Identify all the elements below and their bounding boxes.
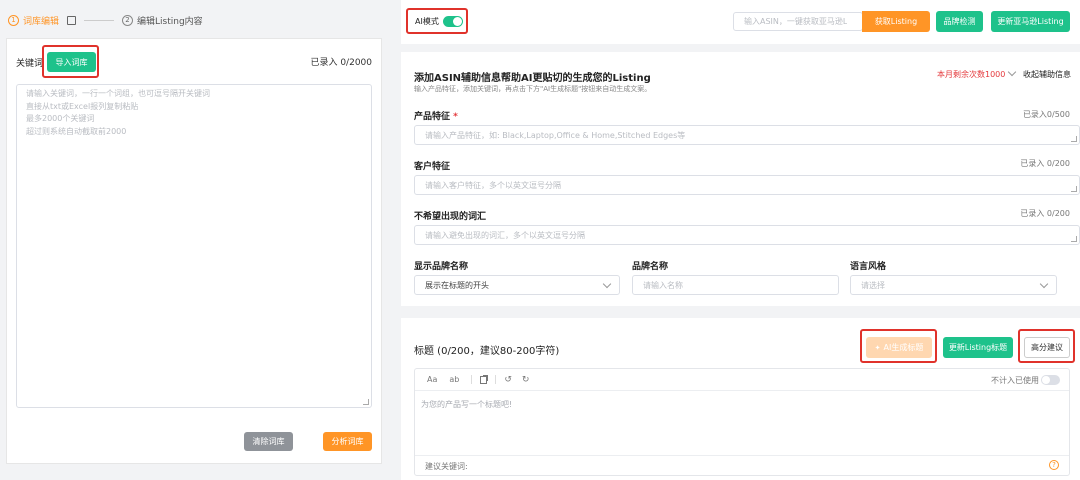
step-indicator: 1 词库编辑 2 编辑Listing内容 [8, 13, 203, 27]
import-keywords-button[interactable]: 导入词库 [47, 52, 96, 72]
title-editor-placeholder[interactable]: 为您的产品写一个标题吧! [421, 399, 512, 410]
ai-mode-label: AI模式 [415, 16, 439, 26]
show-brand-label: 显示品牌名称 [414, 262, 469, 272]
collapse-assist-link[interactable]: 收起辅助信息 [1023, 69, 1071, 80]
language-style-placeholder: 请选择 [861, 280, 885, 290]
title-editor: Aa ab ↺ ↻ 不计入已使用 为您的产品写一个标题吧! 建议关键词: ? [414, 368, 1070, 476]
sparkle-icon: ✦ [874, 343, 881, 352]
required-mark: * [453, 112, 458, 122]
exclude-used-switch[interactable] [1041, 375, 1060, 385]
update-listing-title-button[interactable]: 更新Listing标题 [943, 337, 1013, 358]
analyze-keywords-button[interactable]: 分析词库 [323, 432, 372, 451]
help-icon[interactable]: ? [1049, 460, 1059, 470]
edit-icon[interactable] [67, 15, 77, 25]
step2-label[interactable]: 编辑Listing内容 [137, 14, 203, 27]
language-style-label: 语言风格 [850, 262, 887, 272]
feature-label: 产品特征 * [414, 109, 458, 122]
brand-name-label: 品牌名称 [632, 262, 669, 272]
ai-generate-title-label: AI生成标题 [883, 343, 924, 352]
case-toggle-icon[interactable]: ab [449, 375, 459, 384]
high-score-suggestion-button[interactable]: 高分建议 [1024, 337, 1070, 358]
keyword-textarea[interactable]: 请输入关键词，一行一个词组，也可逗号隔开关键词 直接从txt或Excel报列复制… [16, 84, 372, 408]
show-brand-select[interactable]: 展示在标题的开头 [414, 275, 620, 295]
feature-input[interactable]: 请输入产品特征，如: Black,Laptop,Office & Home,St… [414, 125, 1080, 145]
switch-knob-icon [1042, 376, 1050, 384]
keyword-textarea-placeholder: 请输入关键词，一行一个词组，也可逗号隔开关键词 直接从txt或Excel报列复制… [26, 89, 210, 136]
brand-name-input[interactable]: 请输入名称 [632, 275, 839, 295]
brand-check-button[interactable]: 品牌检测 [936, 11, 983, 32]
feature-placeholder: 请输入产品特征，如: Black,Laptop,Office & Home,St… [425, 130, 686, 140]
keyword-label: 关键词 [16, 59, 44, 69]
customer-count: 已录入 0/200 [1020, 159, 1070, 168]
asin-input-placeholder: 输入ASIN，一键获取亚马逊L [744, 17, 848, 26]
fetch-listing-button[interactable]: 获取Listing [862, 11, 930, 32]
ai-mode-toggle-group: AI模式 [415, 14, 463, 28]
brand-name-placeholder: 请输入名称 [643, 280, 683, 290]
feature-label-text: 产品特征 [414, 112, 451, 122]
assist-subtitle: 输入产品特征，添加关键词，再点击下方"AI生成标题"按钮来自动生成文案。 [414, 85, 652, 93]
chevron-down-icon [1039, 279, 1049, 289]
editor-toolbar: Aa ab ↺ ↻ [415, 369, 1069, 391]
unwanted-input[interactable]: 请输入避免出现的词汇，多个以英文逗号分隔 [414, 225, 1080, 245]
feature-count: 已录入0/500 [1022, 110, 1070, 119]
unwanted-placeholder: 请输入避免出现的词汇，多个以英文逗号分隔 [425, 230, 585, 240]
font-size-icon[interactable]: Aa [427, 375, 437, 384]
assist-title: 添加ASIN辅助信息帮助AI更贴切的生成您的Listing [414, 73, 651, 84]
remaining-count: 本月剩余次数1000 [937, 70, 1006, 79]
resize-handle-icon[interactable] [363, 399, 369, 405]
clear-keywords-button[interactable]: 清除词库 [244, 432, 293, 451]
unwanted-label: 不希望出现的词汇 [414, 212, 487, 222]
resize-handle-icon[interactable] [1071, 236, 1077, 242]
step-connector [84, 19, 115, 21]
show-brand-value: 展示在标题的开头 [425, 280, 489, 290]
step2-number: 2 [122, 14, 134, 26]
redo-icon[interactable]: ↻ [522, 375, 530, 385]
copy-icon[interactable] [480, 375, 488, 384]
asin-input[interactable]: 输入ASIN，一键获取亚马逊L [733, 12, 863, 31]
undo-icon[interactable]: ↺ [504, 375, 512, 385]
chevron-down-icon [602, 279, 612, 289]
customer-input[interactable]: 请输入客户特征，多个以英文逗号分隔 [414, 175, 1080, 195]
customer-label: 客户特征 [414, 162, 451, 172]
ai-mode-switch[interactable] [442, 15, 463, 27]
unwanted-count: 已录入 0/200 [1020, 209, 1070, 218]
toolbar-divider [495, 375, 497, 384]
language-style-select[interactable]: 请选择 [850, 275, 1057, 295]
exclude-used-label: 不计入已使用 [991, 376, 1039, 385]
step1-number: 1 [8, 14, 19, 26]
resize-handle-icon[interactable] [1071, 186, 1077, 192]
customer-placeholder: 请输入客户特征，多个以英文逗号分隔 [425, 180, 561, 190]
switch-knob-icon [452, 16, 462, 26]
title-heading: 标题 (0/200，建议80-200字符) [414, 346, 560, 357]
ai-generate-title-button[interactable]: ✦ AI生成标题 [866, 337, 932, 358]
update-amazon-listing-button[interactable]: 更新亚马逊Listing [991, 11, 1070, 32]
resize-handle-icon[interactable] [1071, 136, 1077, 142]
suggest-bar: 建议关键词: ? [415, 455, 1069, 475]
step1-label[interactable]: 词库编辑 [23, 14, 59, 27]
keyword-count: 已录入 0/2000 [310, 58, 372, 68]
toolbar-divider [471, 375, 473, 384]
suggest-keywords-label: 建议关键词: [425, 462, 468, 471]
